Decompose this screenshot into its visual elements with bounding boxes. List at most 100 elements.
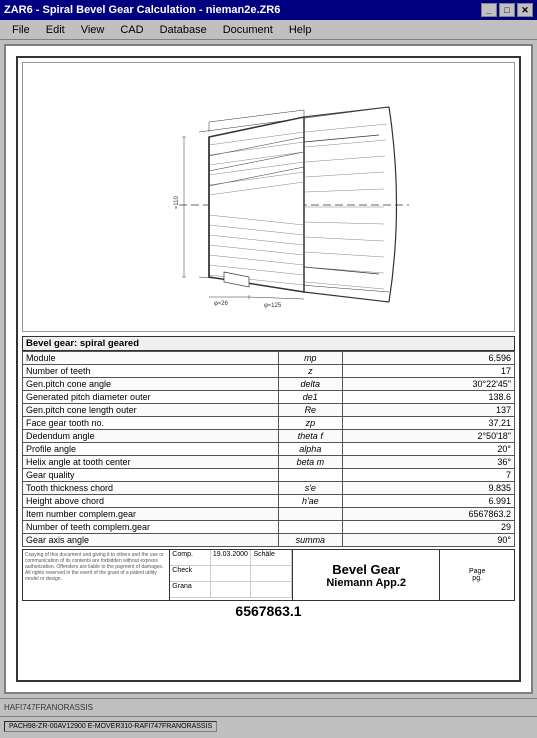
row-symbol: z [278, 365, 342, 378]
row-symbol: beta m [278, 456, 342, 469]
row-value: 6567863.2 [342, 508, 514, 521]
drawing-number-value: 6567863.1 [235, 603, 301, 619]
status-bar: PACH98-ZR-00AV12900 E-MOVER310-RAFI747FR… [0, 716, 537, 736]
table-row: Tooth thickness chords'e9.835 [23, 482, 515, 495]
row-value: 9.835 [342, 482, 514, 495]
row-label: Number of teeth complem.gear [23, 521, 279, 534]
row-value: 30°22'45" [342, 378, 514, 391]
table-row: Dedendum angletheta f2°50'18" [23, 430, 515, 443]
title-block: Copying of this document and giving it t… [22, 549, 515, 601]
maximize-button[interactable]: □ [499, 3, 515, 17]
menu-view[interactable]: View [73, 22, 113, 38]
title-block-title-area: Bevel Gear Niemann App.2 [293, 550, 440, 600]
svg-text:φ≈125: φ≈125 [264, 303, 282, 309]
table-row: Number of teethz17 [23, 365, 515, 378]
meta-row-comp: Comp. 19.03.2000 Schäle [170, 550, 292, 566]
data-table-rows: Modulemp6.596Number of teethz17Gen.pitch… [22, 351, 515, 547]
table-row: Gen.pitch cone length outerRe137 [23, 404, 515, 417]
row-symbol [278, 508, 342, 521]
row-label: Face gear tooth no. [23, 417, 279, 430]
row-value: 36° [342, 456, 514, 469]
meta-row-grana: Grana [170, 582, 292, 598]
row-value: 20° [342, 443, 514, 456]
row-symbol: s'e [278, 482, 342, 495]
menu-bar: File Edit View CAD Database Document Hel… [0, 20, 537, 40]
menu-database[interactable]: Database [152, 22, 215, 38]
table-row: Face gear tooth no.zp37.21 [23, 417, 515, 430]
menu-cad[interactable]: CAD [112, 22, 151, 38]
table-row: Number of teeth complem.gear 29 [23, 521, 515, 534]
comp-date: 19.03.2000 [211, 550, 252, 565]
grana-date [211, 582, 252, 597]
row-label: Generated pitch diameter outer [23, 391, 279, 404]
row-value: 2°50'18" [342, 430, 514, 443]
svg-text:φ≈26: φ≈26 [214, 301, 229, 307]
outer-frame: φ≈26 φ≈125 ≈110 Bevel gear: spiral geare… [16, 56, 521, 682]
row-label: Number of teeth [23, 365, 279, 378]
filename-text: HAFI747FRANORASSIS [4, 703, 93, 712]
comp-label: Comp. [170, 550, 211, 565]
row-symbol: summa [278, 534, 342, 547]
check-date [211, 566, 252, 581]
row-symbol: Re [278, 404, 342, 417]
table-row: Profile anglealpha20° [23, 443, 515, 456]
minimize-button[interactable]: _ [481, 3, 497, 17]
row-symbol [278, 469, 342, 482]
row-value: 17 [342, 365, 514, 378]
main-content: φ≈26 φ≈125 ≈110 Bevel gear: spiral geare… [0, 40, 537, 698]
close-button[interactable]: ✕ [517, 3, 533, 17]
row-label: Gen.pitch cone length outer [23, 404, 279, 417]
table-row: Gear axis anglesumma90° [23, 534, 515, 547]
check-name [251, 566, 292, 581]
row-symbol [278, 521, 342, 534]
row-value: 6.596 [342, 352, 514, 365]
comp-name: Schäle [251, 550, 292, 565]
row-label: Item number complem.gear [23, 508, 279, 521]
table-row: Item number complem.gear 6567863.2 [23, 508, 515, 521]
row-symbol: mp [278, 352, 342, 365]
title-block-left: Copying of this document and giving it t… [23, 550, 170, 600]
filename-bar: HAFI747FRANORASSIS [0, 698, 537, 716]
copyright-text: Copying of this document and giving it t… [25, 552, 167, 582]
table-row: Modulemp6.596 [23, 352, 515, 365]
menu-document[interactable]: Document [215, 22, 281, 38]
gear-svg: φ≈26 φ≈125 ≈110 [119, 77, 419, 317]
window-title: ZAR6 - Spiral Bevel Gear Calculation - n… [4, 4, 280, 16]
grana-label: Grana [170, 582, 211, 597]
title-block-meta: Comp. 19.03.2000 Schäle Check Grana [170, 550, 293, 600]
table-header-row: Bevel gear: spiral geared [23, 337, 515, 351]
title-bar: ZAR6 - Spiral Bevel Gear Calculation - n… [0, 0, 537, 20]
row-symbol: de1 [278, 391, 342, 404]
title-line2: Niemann App.2 [326, 577, 406, 589]
row-value: 6.991 [342, 495, 514, 508]
table-row: Helix angle at tooth centerbeta m36° [23, 456, 515, 469]
drawing-area: φ≈26 φ≈125 ≈110 Bevel gear: spiral geare… [4, 44, 533, 694]
row-label: Height above chord [23, 495, 279, 508]
table-row: Height above chordh'ae6.991 [23, 495, 515, 508]
title-block-right: Page pg. [440, 550, 514, 600]
pg-label: pg. [472, 575, 482, 582]
row-value: 90° [342, 534, 514, 547]
technical-drawing: φ≈26 φ≈125 ≈110 [22, 62, 515, 332]
row-label: Tooth thickness chord [23, 482, 279, 495]
table-row: Generated pitch diameter outerde1138.6 [23, 391, 515, 404]
menu-help[interactable]: Help [281, 22, 320, 38]
row-label: Module [23, 352, 279, 365]
title-line1: Bevel Gear [332, 562, 400, 577]
table-header: Bevel gear: spiral geared [23, 337, 515, 351]
row-label: Gear axis angle [23, 534, 279, 547]
title-bar-controls: _ □ ✕ [481, 3, 533, 17]
row-symbol: alpha [278, 443, 342, 456]
page-label: Page [469, 568, 485, 575]
row-label: Dedendum angle [23, 430, 279, 443]
row-value: 138.6 [342, 391, 514, 404]
menu-edit[interactable]: Edit [38, 22, 73, 38]
data-table: Bevel gear: spiral geared [22, 336, 515, 351]
menu-file[interactable]: File [4, 22, 38, 38]
row-label: Helix angle at tooth center [23, 456, 279, 469]
svg-text:≈110: ≈110 [174, 195, 180, 209]
drawing-number: 6567863.1 [22, 603, 515, 619]
table-row: Gear quality7 [23, 469, 515, 482]
row-value: 29 [342, 521, 514, 534]
row-label: Profile angle [23, 443, 279, 456]
